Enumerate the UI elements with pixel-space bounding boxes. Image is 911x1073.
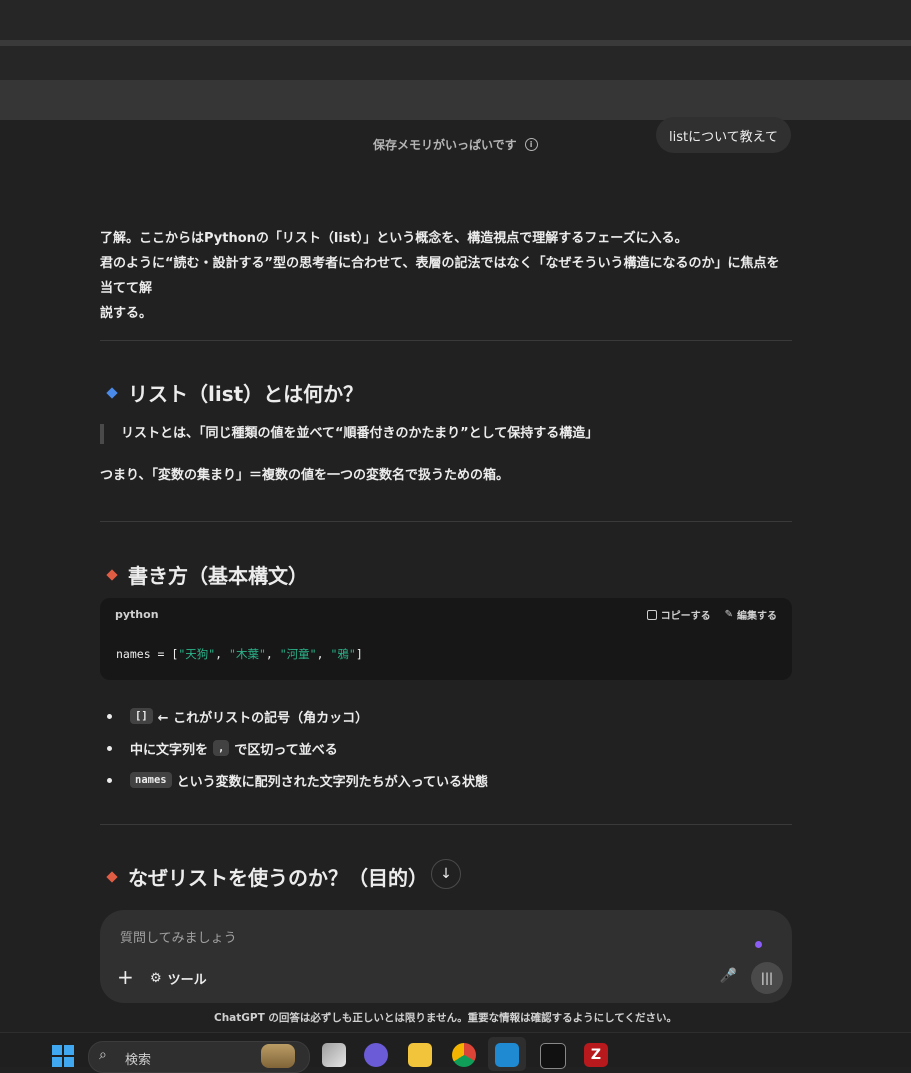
copy-code-button[interactable]: コピーする bbox=[646, 607, 711, 622]
section-heading-why-list: なぜリストを使うのか？（目的） bbox=[106, 862, 428, 891]
bullet-list: [] ← これがリストの記号（角カッコ） 中に文字列を , で区切って並べる n… bbox=[107, 700, 787, 796]
blockquote: リストとは、「同じ種類の値を並べて“順番付きのかたまり”として保持する構造」 bbox=[100, 424, 598, 444]
code-string: "木葉" bbox=[229, 647, 266, 661]
code-separator: , bbox=[265, 647, 280, 661]
bullet-dot bbox=[107, 777, 112, 783]
code-suffix: ] bbox=[355, 647, 363, 661]
search-highlight-icon bbox=[261, 1044, 295, 1068]
copy-label: コピーする bbox=[660, 611, 711, 622]
attach-button[interactable]: + bbox=[117, 967, 134, 987]
section-divider bbox=[100, 824, 792, 825]
list-item: names という変数に配列された文字列たちが入っている状態 bbox=[107, 764, 787, 796]
intro-line-3: 説する。 bbox=[100, 306, 153, 321]
summary-text: つまり、「変数の集まり」＝複数の値を一つの変数名で扱うための箱。 bbox=[100, 468, 509, 483]
pencil-icon: ✎ bbox=[724, 609, 733, 620]
vscode-icon[interactable] bbox=[495, 1043, 519, 1067]
user-message-bubble: listについて教えて bbox=[656, 117, 791, 153]
inline-code: names bbox=[130, 772, 172, 788]
red-diamond-icon bbox=[106, 568, 118, 581]
edit-label: 編集する bbox=[737, 611, 777, 622]
disclaimer-text: ChatGPT の回答は必ずしも正しいとは限りません。重要な情報は確認するように… bbox=[214, 1012, 677, 1024]
section-heading-syntax: 書き方（基本構文） bbox=[106, 560, 308, 589]
code-actions: コピーする ✎ 編集する bbox=[646, 607, 777, 622]
dictate-button[interactable]: 🎤 bbox=[720, 968, 737, 984]
list-item: [] ← これがリストの記号（角カッコ） bbox=[107, 700, 787, 732]
user-message-text: listについて教えて bbox=[668, 129, 779, 145]
file-explorer-icon[interactable] bbox=[408, 1043, 432, 1067]
waveform-icon: ||| bbox=[760, 971, 774, 985]
bullet-dot bbox=[107, 745, 112, 751]
scroll-to-bottom-button[interactable]: ↓ bbox=[431, 859, 461, 889]
code-separator: , bbox=[215, 647, 230, 661]
section-divider bbox=[100, 521, 792, 522]
chrome-icon[interactable] bbox=[452, 1043, 476, 1067]
inline-code: , bbox=[213, 740, 230, 756]
section-heading-what-is-list: リスト（list）とは何か？ bbox=[106, 378, 364, 407]
edit-code-button[interactable]: ✎ 編集する bbox=[725, 607, 777, 622]
memory-full-banner[interactable]: 保存メモリがいっぱいです i bbox=[373, 136, 538, 153]
code-prefix: names = [ bbox=[116, 647, 179, 661]
intro-line-2: 君のように“読む・設計する”型の思考者に合わせて、表層の記法ではなく「なぜそうい… bbox=[100, 256, 780, 296]
plus-icon: + bbox=[117, 965, 134, 989]
app-toolbar bbox=[0, 80, 911, 120]
intro-line-1: 了解。ここからはPythonの「リスト（list）」という概念を、構造視点で理解… bbox=[100, 231, 688, 246]
taskbar-search-box[interactable]: ⌕ 検索 bbox=[88, 1041, 310, 1073]
heading-text: リスト（list）とは何か？ bbox=[128, 382, 364, 406]
voice-mode-button[interactable]: ||| bbox=[751, 962, 783, 994]
red-diamond-icon bbox=[106, 870, 118, 883]
bullet-dot bbox=[107, 713, 112, 719]
list-item-text: で区切って並べる bbox=[234, 742, 338, 758]
code-separator: , bbox=[316, 647, 331, 661]
tools-button[interactable]: ⚙ ツール bbox=[150, 969, 207, 988]
code-string: "鴉" bbox=[330, 647, 356, 661]
assistant-message-intro: 了解。ここからはPythonの「リスト（list）」という概念を、構造視点で理解… bbox=[100, 226, 792, 326]
code-language-label: python bbox=[115, 608, 159, 621]
task-view-icon[interactable] bbox=[322, 1043, 346, 1067]
code-string: "天狗" bbox=[178, 647, 216, 661]
copy-icon bbox=[646, 609, 657, 620]
memory-full-text: 保存メモリがいっぱいです bbox=[373, 138, 517, 152]
search-icon: ⌕ bbox=[99, 1047, 107, 1063]
tools-label: ツール bbox=[167, 973, 207, 988]
blue-diamond-icon bbox=[106, 386, 118, 399]
info-icon[interactable]: i bbox=[524, 138, 538, 151]
list-item: 中に文字列を , で区切って並べる bbox=[107, 732, 787, 764]
list-item-text: 中に文字列を bbox=[130, 742, 209, 758]
windows-start-icon[interactable] bbox=[52, 1045, 74, 1067]
teams-icon[interactable] bbox=[364, 1043, 388, 1067]
list-item-text: という変数に配列された文字列たちが入っている状態 bbox=[176, 774, 488, 790]
section-divider bbox=[100, 340, 792, 341]
terminal-icon[interactable] bbox=[540, 1043, 566, 1069]
window-header bbox=[0, 46, 911, 80]
inline-code: [] bbox=[130, 708, 153, 724]
code-line: names = ["天狗", "木葉", "河童", "鴉"] bbox=[116, 646, 363, 662]
microphone-icon: 🎤 bbox=[719, 968, 737, 984]
message-composer: 質問してみましょう + ⚙ ツール 🎤 ||| bbox=[100, 910, 792, 1003]
window-titlebar bbox=[0, 0, 911, 40]
heading-text: なぜリストを使うのか？（目的） bbox=[128, 866, 428, 890]
filezilla-icon[interactable]: Z bbox=[584, 1043, 608, 1067]
code-string: "河童" bbox=[279, 647, 317, 661]
status-dot bbox=[755, 941, 762, 948]
sliders-icon: ⚙ bbox=[150, 971, 162, 986]
windows-taskbar: ⌕ 検索 Z bbox=[0, 1032, 911, 1073]
prompt-input[interactable]: 質問してみましょう bbox=[120, 927, 237, 946]
heading-text: 書き方（基本構文） bbox=[128, 564, 308, 588]
arrow-down-icon: ↓ bbox=[440, 866, 452, 882]
list-item-text: ← これがリストの記号（角カッコ） bbox=[157, 710, 369, 726]
code-block: python コピーする ✎ 編集する names = ["天狗", "木葉",… bbox=[100, 598, 792, 680]
taskbar-search-label: 検索 bbox=[125, 1053, 152, 1068]
